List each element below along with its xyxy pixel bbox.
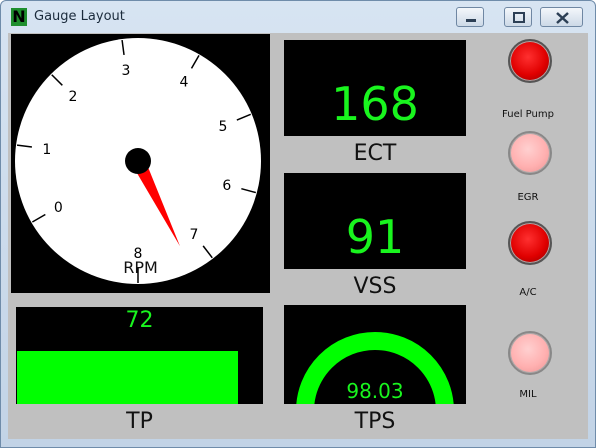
rpm-label: RPM	[123, 258, 158, 277]
mil-label: MIL	[519, 389, 537, 400]
minimize-icon	[466, 19, 476, 22]
rpm-needle-hub	[125, 148, 151, 174]
close-icon	[556, 12, 569, 24]
ect-label: ECT	[353, 141, 397, 166]
mil-lamp	[508, 331, 552, 375]
window-title: Gauge Layout	[34, 9, 125, 24]
tp-bar-panel: 72	[16, 307, 263, 404]
ac-lamp	[508, 221, 552, 265]
vss-label: VSS	[353, 274, 397, 299]
egr-lamp	[508, 131, 552, 175]
ac-label: A/C	[519, 287, 537, 298]
app-n-icon: N	[11, 7, 27, 26]
egr-label: EGR	[517, 192, 539, 203]
gauge-layout-window: N Gauge Layout 012345678 RPM 168 ECT 91 …	[0, 0, 596, 448]
rpm-gauge: 012345678	[15, 38, 261, 284]
vss-display: 91	[284, 173, 466, 269]
ect-display: 168	[284, 40, 466, 136]
tps-value: 98.03	[346, 379, 404, 403]
title-bar[interactable]: N Gauge Layout	[1, 1, 595, 33]
rpm-tick-label: 4	[180, 74, 189, 90]
rpm-tick-label: 7	[190, 227, 199, 243]
ect-value: 168	[331, 77, 419, 131]
close-button[interactable]	[540, 7, 583, 27]
gauge-panel-area: 012345678 RPM 168 ECT 91 VSS 72 TP 98.03…	[8, 33, 588, 439]
vss-value: 91	[345, 210, 405, 264]
rpm-tick-label: 5	[219, 119, 228, 135]
rpm-tick-label: 0	[54, 200, 63, 216]
tp-value: 72	[125, 308, 154, 333]
rpm-tick-label: 1	[42, 142, 51, 158]
rpm-tick-label: 6	[222, 178, 231, 194]
maximize-icon	[513, 12, 525, 23]
tps-arc-panel: 98.03	[284, 305, 466, 412]
minimize-button[interactable]	[456, 7, 484, 27]
tps-label: TPS	[354, 409, 396, 434]
tp-label: TP	[126, 409, 153, 434]
rpm-gauge-panel: 012345678 RPM	[11, 34, 270, 293]
rpm-tick-label: 3	[122, 63, 131, 79]
maximize-button[interactable]	[504, 7, 532, 27]
tp-bar-fill	[17, 351, 238, 404]
rpm-tick-label: 2	[68, 89, 77, 105]
fuel-pump-lamp	[508, 39, 552, 83]
fuel-pump-label: Fuel Pump	[502, 109, 554, 120]
